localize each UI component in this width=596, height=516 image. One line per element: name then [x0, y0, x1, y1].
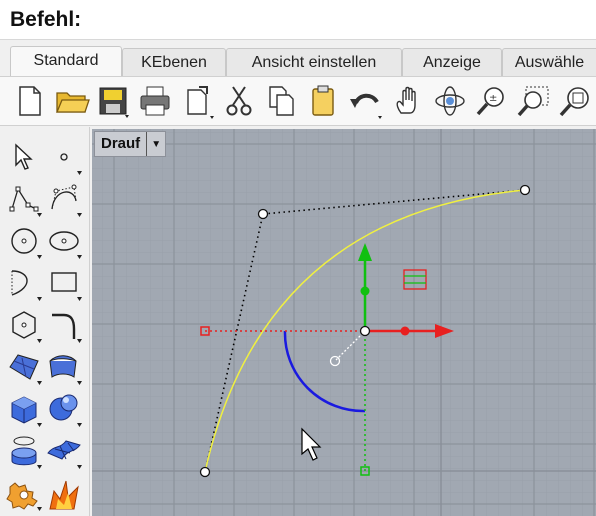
control-point-3[interactable] — [519, 184, 531, 196]
box-icon[interactable] — [4, 389, 44, 429]
surface-icon[interactable] — [4, 347, 44, 387]
tab-standard[interactable]: Standard — [10, 46, 122, 76]
tab-ansicht-einstellen[interactable]: Ansicht einstellen — [226, 48, 402, 76]
control-point-1[interactable] — [199, 466, 211, 478]
gumball-origin[interactable] — [359, 325, 371, 337]
toolbar-tab-row: Standard KEbenen Ansicht einstellen Anze… — [0, 44, 596, 76]
sphere-icon[interactable] — [44, 389, 84, 429]
control-point-2[interactable] — [257, 208, 269, 220]
export-icon[interactable] — [179, 83, 215, 119]
cylinder-icon[interactable] — [4, 431, 44, 471]
zoom-dynamic-icon[interactable]: ± — [474, 83, 510, 119]
top-viewport[interactable]: Drauf ▼ — [92, 129, 596, 516]
gear-icon[interactable] — [4, 473, 44, 513]
cut-icon[interactable] — [221, 83, 257, 119]
mesh-icon[interactable] — [44, 431, 84, 471]
rectangle-icon[interactable] — [44, 263, 84, 303]
command-line[interactable]: Befehl: — [0, 0, 596, 40]
main-sidebar — [0, 127, 90, 516]
new-file-icon[interactable] — [12, 83, 48, 119]
curve-icon[interactable] — [44, 179, 84, 219]
save-icon[interactable] — [95, 83, 131, 119]
viewport-canvas[interactable] — [92, 129, 596, 516]
fillet-icon[interactable] — [44, 305, 84, 345]
select-arrow-icon[interactable] — [4, 137, 44, 177]
rotate-view-icon[interactable] — [432, 83, 468, 119]
open-folder-icon[interactable] — [54, 83, 90, 119]
tab-kebenen[interactable]: KEbenen — [122, 48, 226, 76]
gumball-y-scale-handle[interactable] — [360, 286, 370, 296]
tab-anzeige[interactable]: Anzeige — [402, 48, 502, 76]
polyline-icon[interactable] — [4, 179, 44, 219]
tab-auswahl[interactable]: Auswähle — [502, 48, 596, 76]
command-label: Befehl: — [10, 8, 82, 31]
svg-text:±: ± — [489, 93, 497, 104]
flame-icon[interactable] — [44, 473, 84, 513]
zoom-extents-icon[interactable] — [558, 83, 594, 119]
ellipse-icon[interactable] — [44, 221, 84, 261]
point-icon[interactable] — [44, 137, 84, 177]
viewport-dropdown-icon[interactable]: ▼ — [146, 132, 165, 156]
standard-toolbar: ± — [0, 76, 596, 126]
paste-icon[interactable] — [305, 83, 341, 119]
circle-icon[interactable] — [4, 221, 44, 261]
undo-icon[interactable] — [347, 83, 383, 119]
loft-icon[interactable] — [44, 347, 84, 387]
pan-hand-icon[interactable] — [391, 83, 427, 119]
zoom-window-icon[interactable] — [516, 83, 552, 119]
copy-icon[interactable] — [263, 83, 299, 119]
arc-icon[interactable] — [4, 263, 44, 303]
viewport-title-tab[interactable]: Drauf ▼ — [94, 131, 167, 157]
polygon-icon[interactable] — [4, 305, 44, 345]
print-icon[interactable] — [137, 83, 173, 119]
gumball-x-scale-handle[interactable] — [400, 326, 410, 336]
viewport-name: Drauf — [101, 135, 141, 152]
